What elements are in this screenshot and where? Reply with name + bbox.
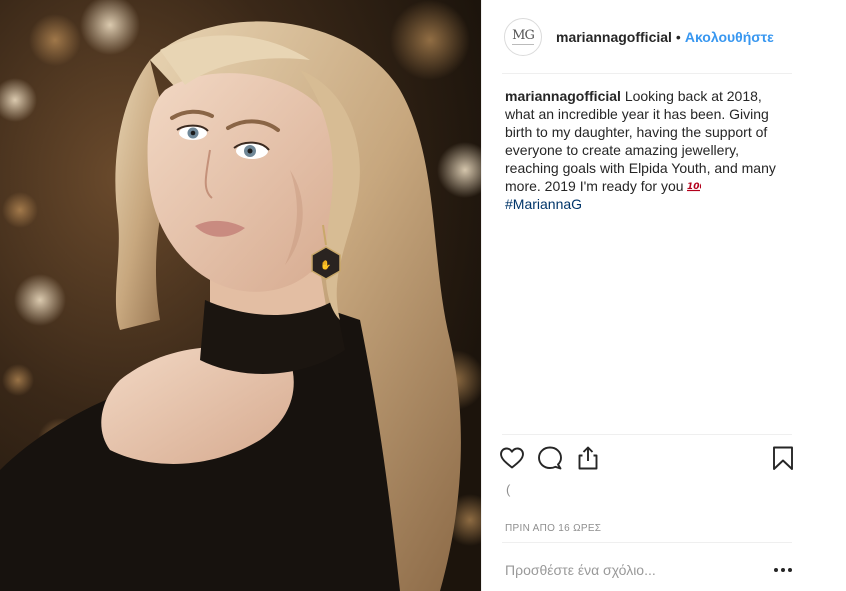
comment-input[interactable] bbox=[502, 562, 742, 578]
heart-icon bbox=[500, 447, 524, 469]
comment-divider bbox=[502, 542, 792, 543]
more-options-icon bbox=[774, 568, 792, 572]
instagram-post: ✋ MG mariannagofficial • Ακολουθήστε mar… bbox=[0, 0, 846, 591]
avatar-underline bbox=[512, 43, 534, 45]
post-caption: mariannagofficial Looking back at 2018, … bbox=[505, 87, 795, 213]
caption-hashtag-link[interactable]: #MariannaG bbox=[505, 196, 582, 212]
avatar-monogram: MG bbox=[512, 27, 535, 43]
like-button[interactable] bbox=[498, 444, 526, 472]
caption-username-link[interactable]: mariannagofficial bbox=[505, 88, 621, 104]
comment-bubble-icon bbox=[538, 446, 562, 470]
add-comment-row bbox=[502, 552, 795, 588]
post-actions bbox=[500, 444, 797, 474]
caption-divider bbox=[502, 434, 792, 435]
header-username-link[interactable]: mariannagofficial bbox=[556, 29, 672, 45]
share-icon bbox=[578, 446, 598, 470]
post-header: MG mariannagofficial • Ακολουθήστε bbox=[482, 0, 846, 73]
more-options-button[interactable] bbox=[771, 558, 795, 582]
post-side-panel: MG mariannagofficial • Ακολουθήστε maria… bbox=[481, 0, 846, 591]
header-separator: • bbox=[675, 28, 681, 45]
profile-avatar[interactable]: MG bbox=[504, 17, 542, 56]
likes-loading-indicator: ( bbox=[506, 482, 511, 497]
post-photo[interactable]: ✋ bbox=[0, 0, 481, 591]
follow-button[interactable]: Ακολουθήστε bbox=[685, 29, 774, 45]
svg-text:✋: ✋ bbox=[320, 259, 331, 271]
header-divider bbox=[502, 73, 792, 74]
bookmark-icon bbox=[773, 446, 793, 470]
share-button[interactable] bbox=[574, 444, 602, 472]
post-timestamp[interactable]: ΠΡΙΝ ΑΠΟ 16 ΩΡΕΣ bbox=[505, 523, 601, 534]
comment-button[interactable] bbox=[536, 444, 564, 472]
100-emoji-icon: 100 bbox=[687, 182, 701, 192]
save-button[interactable] bbox=[769, 444, 797, 472]
portrait-image: ✋ bbox=[0, 0, 481, 591]
